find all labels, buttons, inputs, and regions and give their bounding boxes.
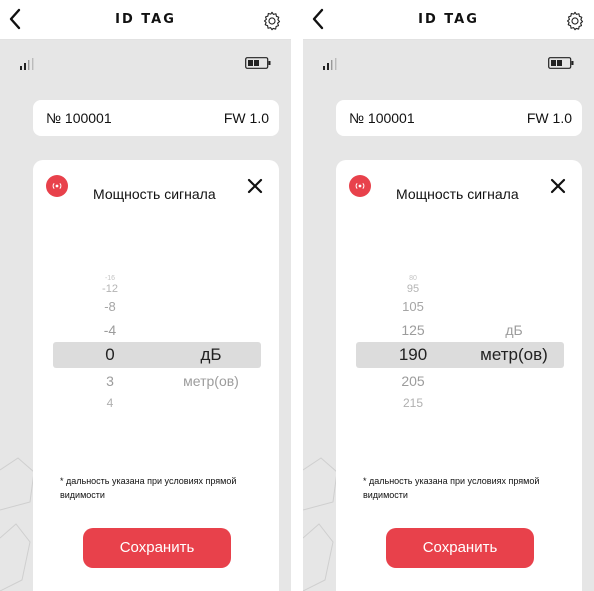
settings-button[interactable] bbox=[562, 8, 588, 34]
picker-value[interactable]: -16 bbox=[85, 275, 135, 282]
close-icon bbox=[550, 178, 566, 194]
page-title: ID TAG bbox=[418, 12, 479, 27]
visibility-footnote: * дальность указана при условиях прямой … bbox=[60, 476, 237, 500]
picker-value[interactable]: 105 bbox=[388, 300, 438, 313]
gear-icon bbox=[566, 11, 584, 31]
firmware-version: FW 1.0 bbox=[526, 110, 572, 126]
gear-icon bbox=[263, 11, 281, 31]
picker-value[interactable]: -8 bbox=[85, 300, 135, 313]
close-icon bbox=[247, 178, 263, 194]
page-title: ID TAG bbox=[115, 12, 176, 27]
picker-unit[interactable]: метр(ов) bbox=[163, 374, 259, 388]
value-picker: -16 -12 -8 -4 0 3 4 дБ метр(ов) bbox=[33, 260, 279, 420]
picker-value[interactable]: 80 bbox=[388, 275, 438, 282]
phone-screen-db: ID TAG № 100001 FW 1.0 Мощность сигнала … bbox=[0, 0, 291, 591]
device-number: № 100001 bbox=[46, 110, 112, 126]
settings-button[interactable] bbox=[259, 8, 285, 34]
picker-value[interactable]: 3 bbox=[85, 374, 135, 388]
device-number: № 100001 bbox=[349, 110, 415, 126]
battery-icon bbox=[548, 57, 574, 69]
picker-value[interactable]: -12 bbox=[85, 284, 135, 295]
firmware-version: FW 1.0 bbox=[223, 110, 269, 126]
device-card: № 100001 FW 1.0 bbox=[336, 100, 582, 136]
status-row bbox=[303, 55, 594, 71]
picker-unit[interactable]: дБ bbox=[466, 323, 562, 337]
picker-value[interactable]: 125 bbox=[388, 323, 438, 337]
visibility-footnote: * дальность указана при условиях прямой … bbox=[363, 476, 540, 500]
picker-unit-selected[interactable]: дБ bbox=[163, 346, 259, 363]
dialog-title: Мощность сигнала bbox=[396, 186, 519, 202]
value-picker: 80 95 105 125 190 205 215 дБ метр(ов) bbox=[336, 260, 582, 420]
rf-signal-icon bbox=[349, 175, 371, 197]
picker-value[interactable]: 215 bbox=[388, 397, 438, 409]
picker-value[interactable]: 205 bbox=[388, 374, 438, 388]
signal-power-dialog: Мощность сигнала -16 -12 -8 -4 0 3 4 дБ … bbox=[33, 160, 279, 591]
signal-power-dialog: Мощность сигнала 80 95 105 125 190 205 2… bbox=[336, 160, 582, 591]
close-button[interactable] bbox=[548, 176, 568, 196]
picker-value[interactable]: 95 bbox=[388, 284, 438, 295]
status-row bbox=[0, 55, 291, 71]
signal-bars-icon bbox=[323, 58, 337, 70]
picker-value[interactable]: 4 bbox=[85, 397, 135, 409]
save-button[interactable]: Сохранить bbox=[386, 528, 534, 568]
rf-signal-icon bbox=[46, 175, 68, 197]
signal-bars-icon bbox=[20, 58, 34, 70]
top-bar: ID TAG bbox=[303, 0, 594, 40]
top-bar: ID TAG bbox=[0, 0, 291, 40]
device-card: № 100001 FW 1.0 bbox=[33, 100, 279, 136]
dialog-title: Мощность сигнала bbox=[93, 186, 216, 202]
battery-icon bbox=[245, 57, 271, 69]
picker-unit-selected[interactable]: метр(ов) bbox=[466, 346, 562, 363]
picker-value-selected[interactable]: 190 bbox=[388, 346, 438, 363]
close-button[interactable] bbox=[245, 176, 265, 196]
picker-value[interactable]: -4 bbox=[85, 323, 135, 337]
save-button[interactable]: Сохранить bbox=[83, 528, 231, 568]
phone-screen-meters: ID TAG № 100001 FW 1.0 Мощность сигнала … bbox=[303, 0, 594, 591]
picker-value-selected[interactable]: 0 bbox=[85, 346, 135, 363]
